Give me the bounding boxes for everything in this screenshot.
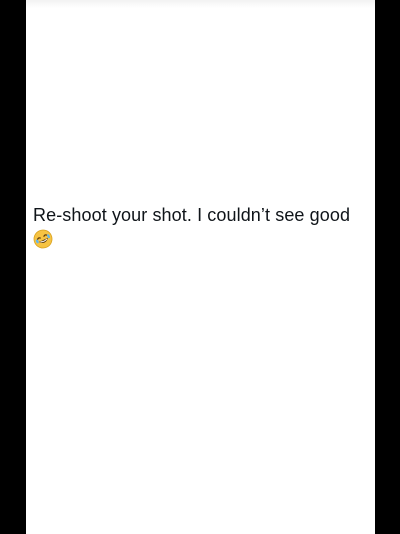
screen: Re-shoot your shot. I couldn’t see good xyxy=(0,0,400,534)
top-shadow xyxy=(26,0,375,8)
post-card: Re-shoot your shot. I couldn’t see good xyxy=(26,0,375,534)
rolling-on-the-floor-laughing-emoji-icon xyxy=(33,229,53,249)
post-text: Re-shoot your shot. I couldn’t see good xyxy=(33,205,351,225)
